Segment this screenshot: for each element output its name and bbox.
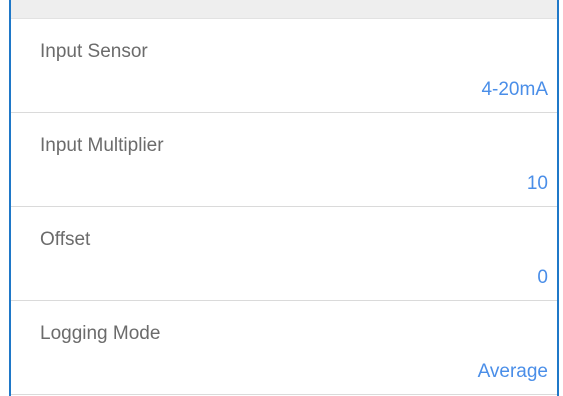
setting-row-offset[interactable]: Offset 0 — [11, 207, 557, 301]
setting-row-input-multiplier[interactable]: Input Multiplier 10 — [11, 113, 557, 207]
setting-label: Input Sensor — [40, 41, 148, 62]
top-strip — [11, 0, 557, 19]
setting-row-logging-mode[interactable]: Logging Mode Average — [11, 301, 557, 395]
setting-value: Average — [477, 361, 548, 382]
setting-value: 10 — [526, 173, 548, 194]
setting-value: 4-20mA — [481, 79, 548, 100]
settings-panel: Input Sensor 4-20mA Input Multiplier 10 … — [9, 0, 559, 396]
setting-label: Input Multiplier — [40, 135, 164, 156]
setting-row-input-sensor[interactable]: Input Sensor 4-20mA — [11, 19, 557, 113]
setting-value: 0 — [537, 267, 548, 288]
setting-label: Logging Mode — [40, 323, 161, 344]
setting-label: Offset — [40, 229, 91, 250]
